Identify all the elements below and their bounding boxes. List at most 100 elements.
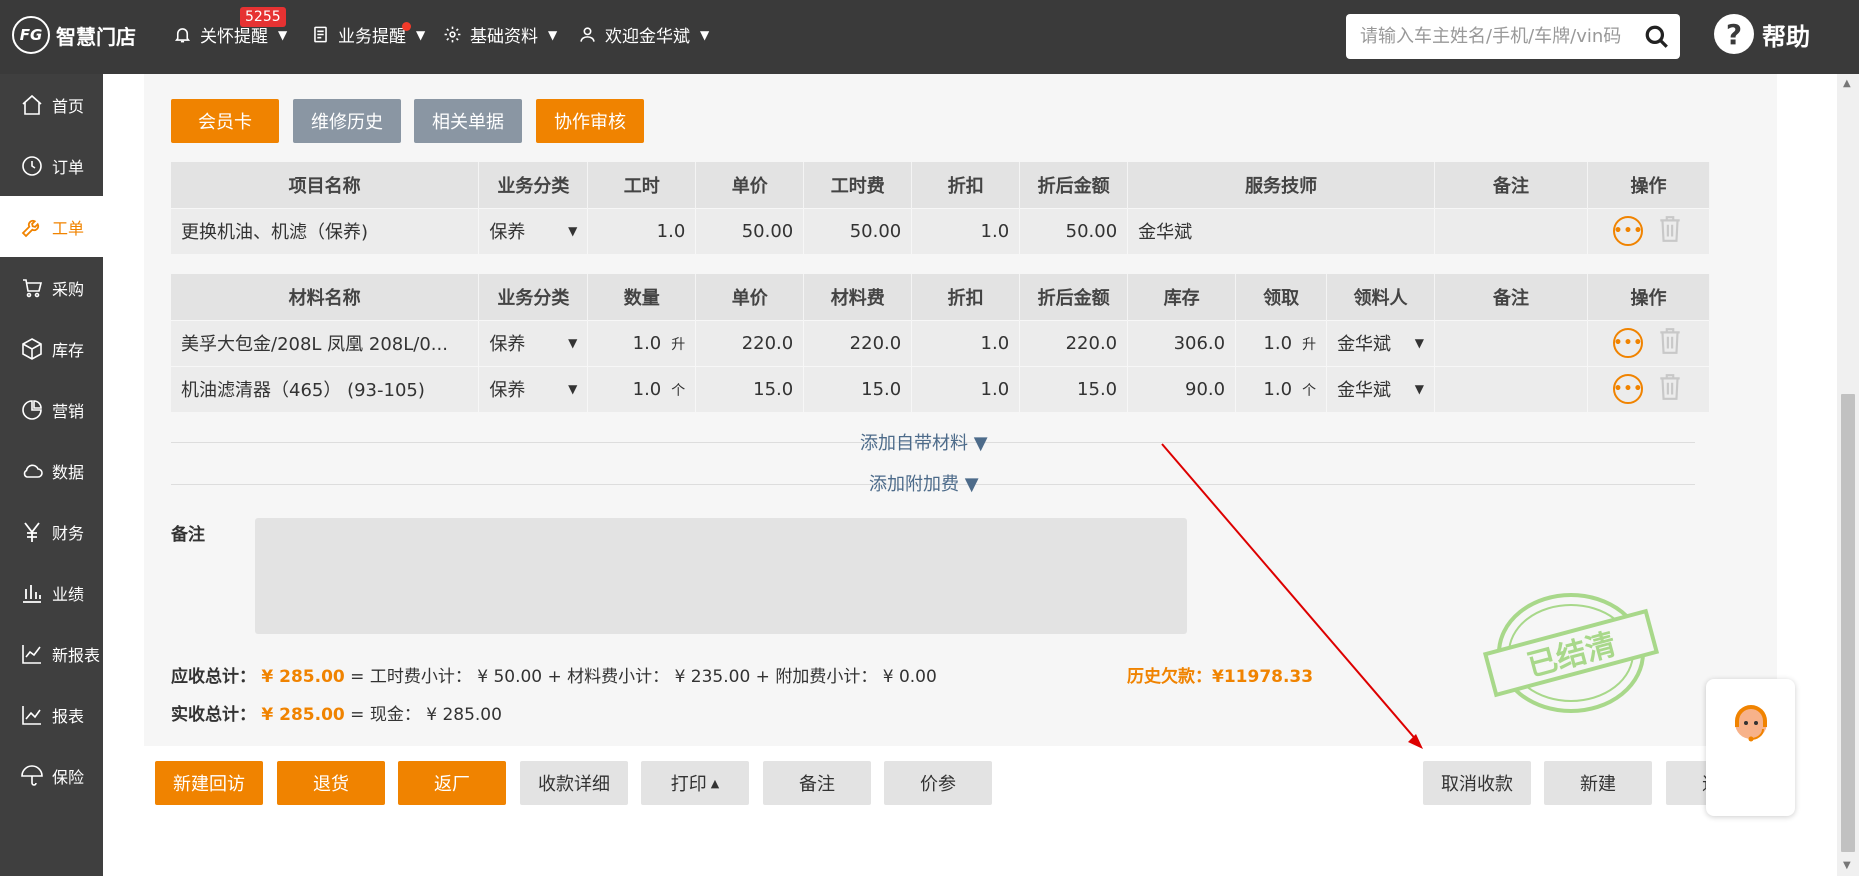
more-options-icon[interactable]: •••	[1613, 328, 1644, 358]
material-name-cell[interactable]: 机油滤清器（465） (93-105)	[171, 365, 480, 412]
help-button[interactable]: ? 帮助	[1714, 14, 1810, 54]
search-input[interactable]	[1360, 26, 1642, 47]
price-cell[interactable]: 50.00	[695, 207, 805, 254]
more-options-icon[interactable]: •••	[1613, 374, 1644, 405]
price-cell[interactable]: 15.0	[695, 365, 805, 412]
sidebar-item-label: 数据	[52, 462, 85, 482]
column-header: 单价	[695, 162, 805, 208]
repair-history-button[interactable]: 维修历史	[293, 99, 401, 143]
customer-service-widget[interactable]	[1706, 679, 1795, 816]
caret-up-icon: ▲	[710, 776, 720, 790]
taken-cell[interactable]: 1.0 升	[1235, 319, 1328, 366]
sidebar-item-label: 新报表	[52, 645, 101, 665]
item-name-cell[interactable]: 更换机油、机滤（保养)	[171, 207, 480, 254]
new-callback-button[interactable]: 新建回访	[155, 761, 263, 805]
member-card-button[interactable]: 会员卡	[171, 99, 279, 143]
cancel-payment-button[interactable]: 取消收款	[1423, 761, 1531, 805]
print-button[interactable]: 打印 ▲	[641, 761, 749, 805]
box-icon	[22, 337, 42, 360]
trash-icon[interactable]	[1657, 215, 1683, 248]
material-name-cell[interactable]: 美孚大包金/208L 凤凰 208L/0...	[171, 319, 480, 366]
new-button[interactable]: 新建	[1544, 761, 1652, 805]
sidebar-item-label: 工单	[52, 218, 85, 238]
service-items-table: 项目名称 业务分类 工时 单价 工时费 折扣 折后金额 服务技师 备注 操作 更…	[171, 162, 1711, 254]
trash-icon[interactable]	[1657, 327, 1683, 360]
remark-button[interactable]: 备注	[763, 761, 871, 805]
sidebar-item-finance[interactable]: 财务	[0, 501, 103, 562]
quantity-cell[interactable]: 1.0 个	[587, 365, 697, 412]
question-icon: ?	[1714, 14, 1754, 54]
add-surcharge-link[interactable]: 添加附加费 ▼	[869, 470, 979, 496]
note-cell[interactable]	[1434, 319, 1588, 366]
bell-icon	[174, 28, 191, 43]
price-cell[interactable]: 220.0	[695, 319, 805, 366]
co-review-button[interactable]: 协作审核	[536, 99, 644, 143]
sidebar-item-marketing[interactable]: 营销	[0, 379, 103, 440]
umbrella-icon	[21, 764, 43, 786]
line-chart-icon	[22, 644, 41, 664]
return-factory-button[interactable]: 返厂	[398, 761, 506, 805]
column-header: 操作	[1587, 162, 1711, 208]
sidebar-item-orders[interactable]: 订单	[0, 135, 103, 196]
stock-cell: 90.0	[1127, 365, 1237, 412]
receiver-select[interactable]: 金华斌 ▼	[1326, 365, 1436, 412]
related-docs-button[interactable]: 相关单据	[414, 99, 522, 143]
receivable-detail: = 工时费小计： ¥ 50.00 + 材料费小计： ¥ 235.00 + 附加费…	[350, 667, 937, 687]
scroll-thumb[interactable]	[1841, 394, 1855, 852]
print-label: 打印	[670, 774, 707, 795]
scroll-up-icon[interactable]: ▲	[1843, 78, 1851, 89]
remark-textarea[interactable]	[255, 518, 1187, 634]
amount-cell[interactable]: 220.0	[1019, 319, 1129, 366]
sidebar-item-workorder[interactable]: 工单	[0, 196, 103, 257]
discount-cell[interactable]: 1.0	[911, 365, 1021, 412]
logo[interactable]: FG 智慧门店	[12, 16, 136, 54]
hours-cell[interactable]: 1.0	[587, 207, 697, 254]
discount-cell[interactable]: 1.0	[911, 319, 1021, 366]
return-goods-button[interactable]: 退货	[277, 761, 385, 805]
more-options-icon[interactable]: •••	[1613, 216, 1644, 247]
note-cell[interactable]	[1434, 365, 1588, 412]
gear-icon	[444, 26, 461, 43]
sidebar-item-data[interactable]: 数据	[0, 440, 103, 501]
taken-cell[interactable]: 1.0 个	[1235, 365, 1328, 412]
discount-cell[interactable]: 1.0	[911, 207, 1021, 254]
add-own-material-link[interactable]: 添加自带材料 ▼	[860, 429, 988, 455]
sidebar-item-label: 财务	[52, 523, 85, 543]
sidebar-item-inventory[interactable]: 库存	[0, 318, 103, 379]
table-row: 美孚大包金/208L 凤凰 208L/0... 保养 ▼ 1.0 升 220.0 2…	[171, 319, 1711, 366]
search-icon[interactable]	[1644, 24, 1670, 50]
nav-user-menu[interactable]: 欢迎金华斌 ▼	[578, 22, 709, 47]
amount-cell[interactable]: 15.0	[1019, 365, 1129, 412]
receiver-value: 金华斌	[1337, 334, 1392, 355]
payment-detail-button[interactable]: 收款详细	[520, 761, 628, 805]
dropdown-arrow-icon: ▼	[568, 336, 578, 350]
sidebar-item-insurance[interactable]: 保险	[0, 745, 103, 806]
received-amount: ¥ 285.00	[261, 705, 345, 725]
category-select[interactable]: 保养 ▼	[478, 365, 589, 412]
price-ref-button[interactable]: 价参	[884, 761, 992, 805]
sidebar-item-new-report[interactable]: 新报表	[0, 623, 103, 684]
nav-business-reminder-label: 业务提醒	[338, 27, 406, 47]
dropdown-arrow-icon: ▼	[568, 224, 578, 239]
category-select[interactable]: 保养 ▼	[478, 207, 589, 254]
note-cell[interactable]	[1434, 207, 1588, 254]
technician-cell[interactable]: 金华斌	[1127, 207, 1436, 254]
column-header: 操作	[1587, 274, 1711, 320]
sidebar-item-performance[interactable]: 业绩	[0, 562, 103, 623]
scroll-down-icon[interactable]: ▼	[1843, 860, 1851, 871]
sidebar-item-home[interactable]: 首页	[0, 74, 103, 135]
quantity-cell[interactable]: 1.0 升	[587, 319, 697, 366]
dropdown-arrow-icon: ▼	[568, 382, 578, 397]
sidebar-item-report[interactable]: 报表	[0, 684, 103, 745]
vertical-scrollbar[interactable]: ▲ ▼	[1837, 74, 1859, 876]
quantity-unit: 个	[671, 382, 686, 399]
bar-chart-icon	[23, 584, 41, 603]
nav-basic-data[interactable]: 基础资料 ▼	[443, 22, 557, 47]
receiver-select[interactable]: 金华斌 ▼	[1326, 319, 1436, 366]
category-select[interactable]: 保养 ▼	[478, 319, 589, 366]
amount-cell[interactable]: 50.00	[1019, 207, 1129, 254]
trash-icon[interactable]	[1657, 373, 1683, 406]
materials-table: 材料名称 业务分类 数量 单价 材料费 折扣 折后金额 库存 领取 领料人 备注…	[171, 274, 1711, 412]
sidebar-item-label: 库存	[52, 340, 85, 360]
sidebar-item-purchase[interactable]: 采购	[0, 257, 103, 318]
